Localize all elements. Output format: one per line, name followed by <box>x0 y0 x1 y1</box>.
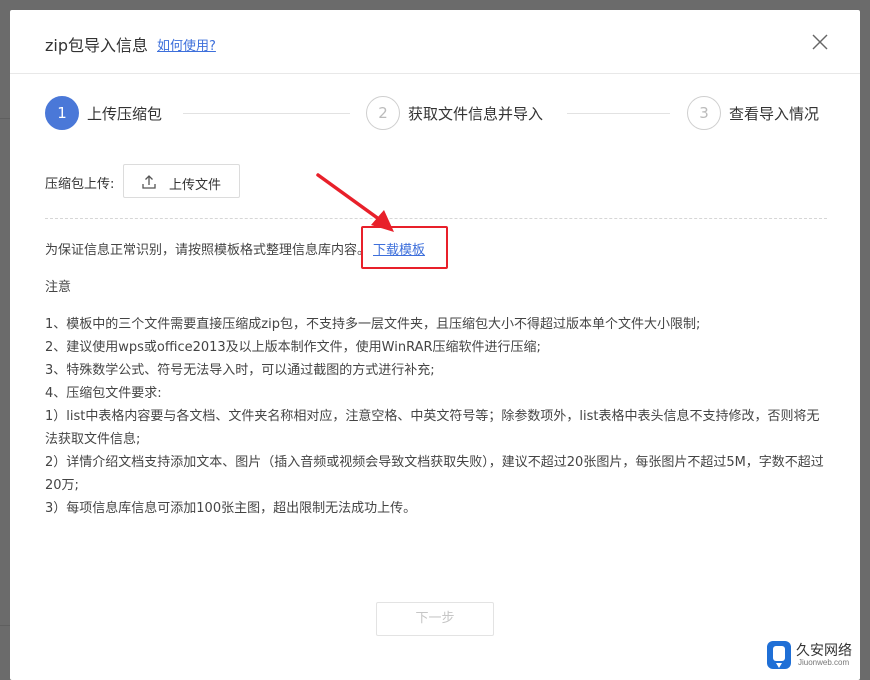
backdrop-line <box>0 118 10 119</box>
next-step-button[interactable]: 下一步 <box>376 602 494 636</box>
template-hint: 为保证信息正常识别，请按照模板格式整理信息库内容。 <box>45 243 371 258</box>
red-arrow <box>316 173 394 232</box>
watermark-name: 久安网络 <box>796 643 852 659</box>
note-item: 1、模板中的三个文件需要直接压缩成zip包，不支持多一层文件夹，且压缩包大小不得… <box>45 317 701 332</box>
step-3-circle: 3 <box>687 96 721 130</box>
step-1-circle: 1 <box>45 96 79 130</box>
download-template-link[interactable]: 下载模板 <box>373 239 425 258</box>
dashed-divider <box>45 218 827 219</box>
dialog-title: zip包导入信息 <box>45 36 149 55</box>
note-item: 2、建议使用wps或office2013及以上版本制作文件，使用WinRAR压缩… <box>45 340 541 355</box>
note-item: 4、压缩包文件要求: <box>45 386 162 401</box>
notes-title: 注意 <box>45 280 72 295</box>
upload-button-label: 上传文件 <box>169 178 222 193</box>
watermark-url: Jiuonweb.com <box>798 658 850 667</box>
upload-icon <box>142 175 156 189</box>
notes-section: 注意 1、模板中的三个文件需要直接压缩成zip包，不支持多一层文件夹，且压缩包大… <box>45 276 825 520</box>
step-2-label: 获取文件信息并导入 <box>408 105 544 123</box>
help-link[interactable]: 如何使用? <box>157 35 216 54</box>
note-item: 3、特殊数学公式、符号无法导入时，可以通过截图的方式进行补充; <box>45 363 435 378</box>
backdrop-line <box>0 625 10 626</box>
step-connector <box>567 113 670 114</box>
import-dialog: zip包导入信息 如何使用? 1 上传压缩包 2 获取文件信息并导入 3 查看导… <box>10 10 860 680</box>
watermark-logo-icon <box>767 641 791 669</box>
note-item: 1）list中表格内容要与各文档、文件夹名称相对应，注意空格、中英文符号等；除参… <box>45 409 820 447</box>
step-1-label: 上传压缩包 <box>87 105 163 123</box>
step-connector <box>183 113 350 114</box>
dialog-header: zip包导入信息 如何使用? <box>10 10 860 74</box>
upload-file-button[interactable]: 上传文件 <box>123 164 240 198</box>
step-indicator: 1 上传压缩包 2 获取文件信息并导入 3 查看导入情况 <box>10 96 860 136</box>
site-watermark: 久安网络 Jiuonweb.com <box>766 638 866 674</box>
note-item: 2）详情介绍文档支持添加文本、图片（插入音频或视频会导致文档获取失败），建议不超… <box>45 455 824 493</box>
close-icon <box>812 34 828 50</box>
step-3-label: 查看导入情况 <box>729 105 820 123</box>
upload-label: 压缩包上传: <box>45 177 115 192</box>
close-button[interactable] <box>808 30 832 54</box>
step-2-circle: 2 <box>366 96 400 130</box>
note-item: 3）每项信息库信息可添加100张主图，超出限制无法成功上传。 <box>45 501 417 516</box>
